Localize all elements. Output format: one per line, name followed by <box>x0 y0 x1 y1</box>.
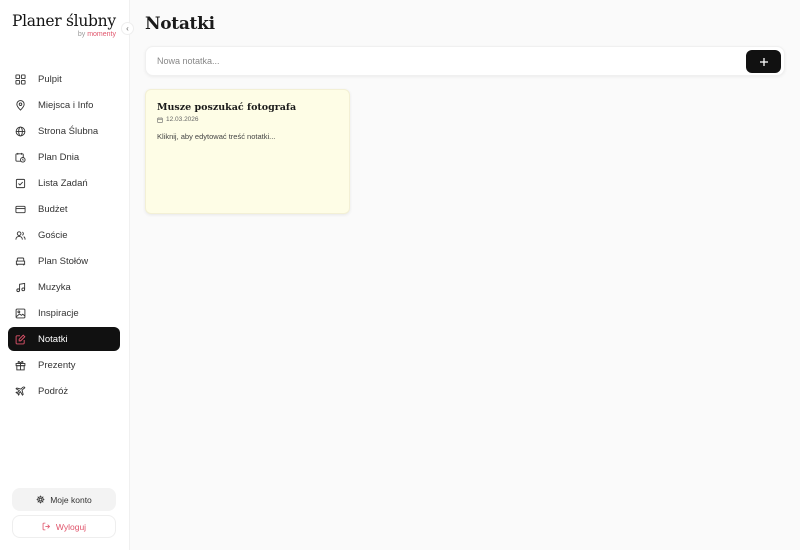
sidebar-item-notatki[interactable]: Notatki <box>8 327 120 351</box>
sidebar-item-label: Plan Stołów <box>38 255 89 267</box>
chevron-left-icon: ‹ <box>126 23 129 33</box>
sidebar-nav: Pulpit Miejsca i Info Strona Ślubna Plan… <box>8 67 120 405</box>
sidebar-item-lista-zadan[interactable]: Lista Zadań <box>8 171 120 195</box>
note-title: Musze poszukać fotografa <box>157 102 297 113</box>
sidebar-item-plan-stolow[interactable]: Plan Stołów <box>8 249 120 273</box>
plane-icon <box>14 385 26 397</box>
note-edit-icon <box>14 333 26 345</box>
sidebar-item-label: Budżet <box>38 203 68 215</box>
sidebar-item-muzyka[interactable]: Muzyka <box>8 275 120 299</box>
sidebar-item-goscie[interactable]: Goście <box>8 223 120 247</box>
sidebar-item-miejsca[interactable]: Miejsca i Info <box>8 93 120 117</box>
gift-icon <box>14 359 26 371</box>
brand-logo[interactable]: Planer ślubny by momenty <box>12 12 116 38</box>
calendar-icon <box>157 116 163 123</box>
collapse-sidebar-button[interactable]: ‹ <box>121 22 134 35</box>
logout-icon <box>42 522 51 531</box>
add-note-button[interactable] <box>746 50 781 73</box>
globe-icon <box>14 125 26 137</box>
checkbox-icon <box>14 177 26 189</box>
note-date-text: 12.03.2026 <box>166 116 199 123</box>
note-date: 12.03.2026 <box>157 116 338 123</box>
sidebar-item-label: Podróż <box>38 385 69 397</box>
brand-by: by <box>77 31 86 38</box>
brand-title: Planer ślubny <box>12 12 116 30</box>
sidebar-item-prezenty[interactable]: Prezenty <box>8 353 120 377</box>
image-icon <box>14 307 26 319</box>
account-button[interactable]: Moje konto <box>12 488 116 511</box>
calendar-clock-icon <box>14 151 26 163</box>
sidebar-item-label: Inspiracje <box>38 307 79 319</box>
gear-icon <box>36 495 45 504</box>
users-icon <box>14 229 26 241</box>
sidebar-item-label: Goście <box>38 229 68 241</box>
plus-icon <box>759 57 769 67</box>
sidebar-item-label: Lista Zadań <box>38 177 88 189</box>
account-label: Moje konto <box>50 494 92 505</box>
new-note-bar <box>145 46 785 76</box>
logout-button[interactable]: Wyloguj <box>12 515 116 538</box>
logout-label: Wyloguj <box>55 521 87 532</box>
sidebar: Planer ślubny by momenty ‹ Pulpit Miejsc… <box>0 0 134 550</box>
credit-card-icon <box>14 203 26 215</box>
sidebar-item-plan-dnia[interactable]: Plan Dnia <box>8 145 120 169</box>
sidebar-item-strona[interactable]: Strona Ślubna <box>8 119 120 143</box>
sidebar-item-label: Strona Ślubna <box>38 125 99 137</box>
sidebar-item-podroz[interactable]: Podróż <box>8 379 120 403</box>
sidebar-item-budzet[interactable]: Budżet <box>8 197 120 221</box>
note-body: Kliknij, aby edytować treść notatki... <box>157 132 276 141</box>
sidebar-item-label: Muzyka <box>38 281 71 293</box>
map-pin-icon <box>14 99 26 111</box>
page-title: Notatki <box>145 14 215 34</box>
sidebar-item-label: Pulpit <box>38 73 62 85</box>
brand-name: momenty <box>87 31 116 38</box>
sidebar-item-label: Plan Dnia <box>38 151 80 163</box>
sidebar-item-label: Notatki <box>38 333 68 345</box>
sidebar-item-label: Prezenty <box>38 359 76 371</box>
sidebar-item-label: Miejsca i Info <box>38 99 94 111</box>
music-icon <box>14 281 26 293</box>
note-card[interactable]: Musze poszukać fotografa 12.03.2026 Klik… <box>145 89 350 214</box>
grid-icon <box>14 73 26 85</box>
brand-subtitle: by momenty <box>12 31 116 38</box>
sidebar-item-pulpit[interactable]: Pulpit <box>8 67 120 91</box>
new-note-input[interactable] <box>146 47 736 75</box>
sidebar-item-inspiracje[interactable]: Inspiracje <box>8 301 120 325</box>
sofa-icon <box>14 255 26 267</box>
